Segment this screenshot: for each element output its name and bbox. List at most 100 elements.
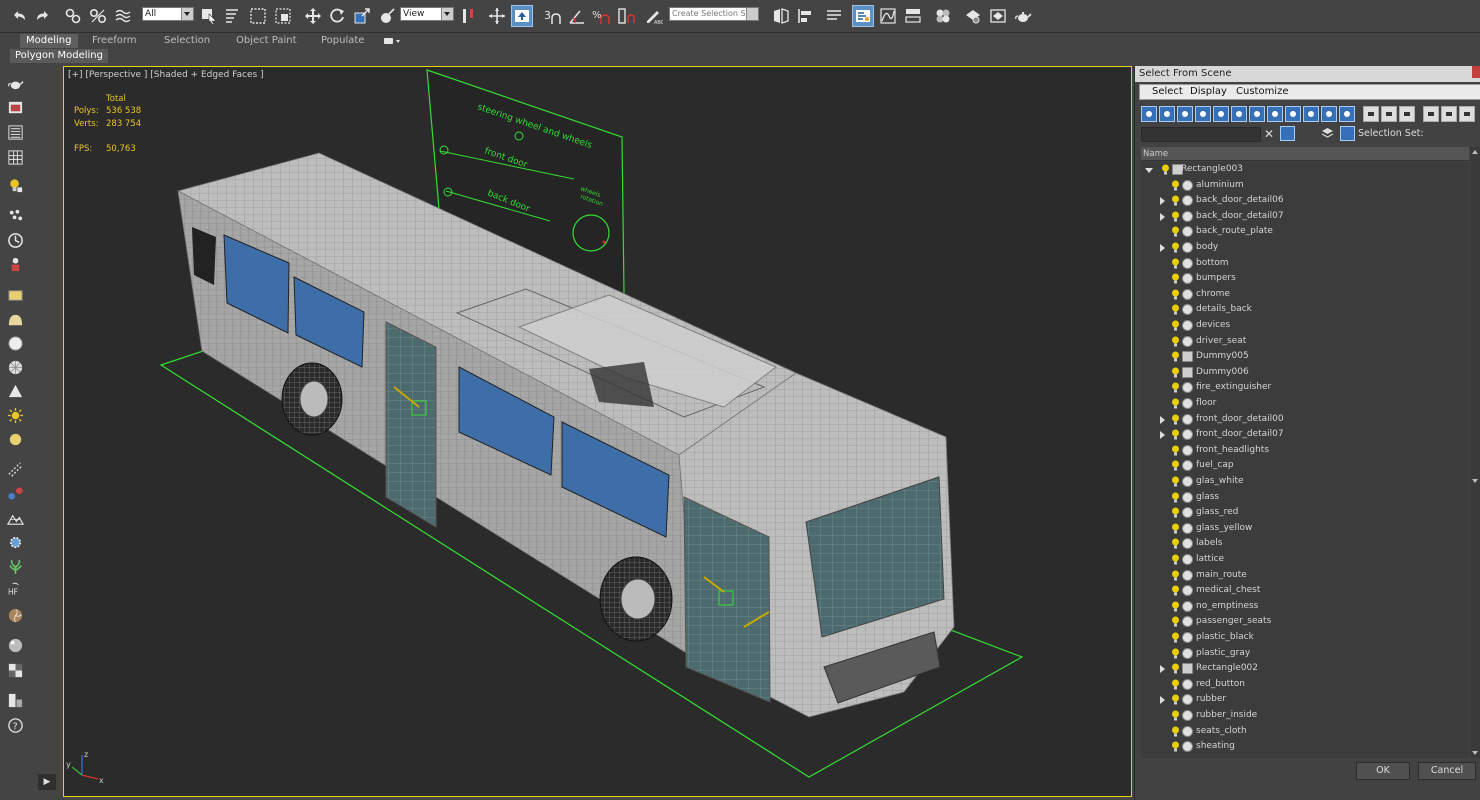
list-item[interactable]: front_door_detail00: [1141, 412, 1469, 427]
light-bulb-icon[interactable]: [1171, 289, 1180, 300]
expand-icon[interactable]: [1160, 212, 1165, 221]
light-bulb-icon[interactable]: [1171, 226, 1180, 237]
light-bulb-icon[interactable]: [1171, 476, 1180, 487]
light-bulb-icon[interactable]: [1171, 507, 1180, 518]
close-icon[interactable]: [1472, 66, 1480, 78]
place-button[interactable]: [376, 5, 398, 27]
undo-button[interactable]: [8, 5, 30, 27]
list-item[interactable]: lattice: [1141, 552, 1469, 567]
filter-frozen-icon[interactable]: [1321, 106, 1337, 122]
list-item[interactable]: Rectangle002: [1141, 661, 1469, 676]
window-crossing-button[interactable]: [272, 5, 294, 27]
list-item[interactable]: back_door_detail07: [1141, 209, 1469, 224]
select-all-icon[interactable]: [1363, 106, 1379, 122]
list-item[interactable]: devices: [1141, 318, 1469, 333]
filter-groups-icon[interactable]: [1249, 106, 1265, 122]
expand-icon[interactable]: [1160, 665, 1165, 674]
percent-snap-button[interactable]: %: [590, 5, 612, 27]
unlink-button[interactable]: [87, 5, 109, 27]
light-bulb-icon[interactable]: [1171, 616, 1180, 627]
create-teapot-button[interactable]: [6, 74, 24, 92]
render-production-button[interactable]: [1012, 5, 1034, 27]
select-by-name-button[interactable]: [222, 5, 244, 27]
light-bulb-icon[interactable]: [1171, 414, 1180, 425]
light-bulb-icon[interactable]: [1171, 710, 1180, 721]
link-button[interactable]: [62, 5, 84, 27]
expand-icon[interactable]: [1160, 415, 1165, 424]
help-button[interactable]: ?: [6, 716, 24, 734]
light-bulb-icon[interactable]: [1171, 663, 1180, 674]
list-item[interactable]: rubber: [1141, 692, 1469, 707]
list-item[interactable]: driver_seat: [1141, 334, 1469, 349]
light-bulb-icon[interactable]: [1171, 445, 1180, 456]
collapse-icon[interactable]: [1145, 168, 1153, 173]
list-item[interactable]: plastic_black: [1141, 630, 1469, 645]
foliage-button[interactable]: [6, 557, 24, 575]
select-none-icon[interactable]: [1381, 106, 1397, 122]
light-lister-button[interactable]: [6, 176, 24, 194]
scroll-up-icon[interactable]: [1472, 150, 1478, 154]
list-item[interactable]: fuel_cap: [1141, 458, 1469, 473]
list-scrollbar[interactable]: [1470, 147, 1480, 758]
select-manipulate-button[interactable]: [486, 5, 508, 27]
geosphere-button[interactable]: [6, 358, 24, 376]
list-item-root[interactable]: Rectangle003: [1141, 162, 1469, 177]
filter-hidden-icon[interactable]: [1339, 106, 1355, 122]
tab-selection[interactable]: Selection: [164, 34, 210, 48]
find-case-toggle-icon[interactable]: [1280, 126, 1295, 141]
light-bulb-icon[interactable]: [1171, 180, 1180, 191]
filter-containers-icon[interactable]: [1303, 106, 1319, 122]
grid-view-button[interactable]: [6, 148, 24, 166]
particle-view-button[interactable]: [6, 206, 24, 224]
expand-icon[interactable]: [1160, 197, 1165, 206]
list-item[interactable]: glass: [1141, 490, 1469, 505]
light-bulb-icon[interactable]: [1171, 242, 1180, 253]
omni-light-button[interactable]: [6, 430, 24, 448]
redo-button[interactable]: [32, 5, 54, 27]
list-item[interactable]: back_door_detail06: [1141, 193, 1469, 208]
layer-manager-button[interactable]: [823, 5, 845, 27]
list-item[interactable]: sheating: [1141, 739, 1469, 754]
list-item[interactable]: aluminium: [1141, 178, 1469, 193]
angle-snap-button[interactable]: [566, 5, 588, 27]
filter-funnel-icon[interactable]: [1423, 106, 1439, 122]
list-item[interactable]: red_button: [1141, 677, 1469, 692]
filter-bones-icon[interactable]: [1285, 106, 1301, 122]
selection-filter-dropdown[interactable]: All: [142, 7, 194, 21]
list-item[interactable]: Dummy005: [1141, 349, 1469, 364]
character-studio-button[interactable]: [6, 255, 24, 273]
mirror-button[interactable]: [770, 5, 792, 27]
list-item[interactable]: fire_extinguisher: [1141, 380, 1469, 395]
light-bulb-icon[interactable]: [1171, 304, 1180, 315]
light-bulb-icon[interactable]: [1171, 741, 1180, 752]
expand-icon[interactable]: [1160, 696, 1165, 705]
light-bulb-icon[interactable]: [1171, 429, 1180, 440]
light-bulb-icon[interactable]: [1171, 460, 1180, 471]
light-bulb-icon[interactable]: [1171, 320, 1180, 331]
pivot-center-button[interactable]: [458, 5, 480, 27]
rendered-list-button[interactable]: [6, 123, 24, 141]
move-button[interactable]: [302, 5, 324, 27]
select-invert-icon[interactable]: [1399, 106, 1415, 122]
gear-button[interactable]: [6, 533, 24, 551]
snaps-toggle-button[interactable]: 3: [541, 5, 563, 27]
select-object-button[interactable]: [198, 5, 220, 27]
filter-space-warps-icon[interactable]: [1231, 106, 1247, 122]
scatter-button[interactable]: [6, 460, 24, 478]
tab-object-paint[interactable]: Object Paint: [236, 34, 297, 48]
find-input[interactable]: [1141, 127, 1261, 142]
named-selection-dropdown[interactable]: Create Selection Se: [669, 7, 759, 21]
curve-editor-button[interactable]: [877, 5, 899, 27]
light-bulb-icon[interactable]: [1171, 523, 1180, 534]
perspective-viewport[interactable]: steering wheel and wheels front door bac…: [63, 66, 1132, 797]
ribbon-options-button[interactable]: [383, 35, 403, 49]
cancel-button[interactable]: Cancel: [1418, 762, 1476, 780]
light-bulb-icon[interactable]: [1171, 726, 1180, 737]
terrain-button[interactable]: [6, 509, 24, 527]
clear-search-icon[interactable]: ✕: [1264, 127, 1276, 141]
dialog-title[interactable]: Select From Scene: [1135, 66, 1480, 82]
light-bulb-icon[interactable]: [1171, 492, 1180, 503]
list-item[interactable]: no_emptiness: [1141, 599, 1469, 614]
schematic-view-button[interactable]: [902, 5, 924, 27]
light-bulb-icon[interactable]: [1171, 336, 1180, 347]
